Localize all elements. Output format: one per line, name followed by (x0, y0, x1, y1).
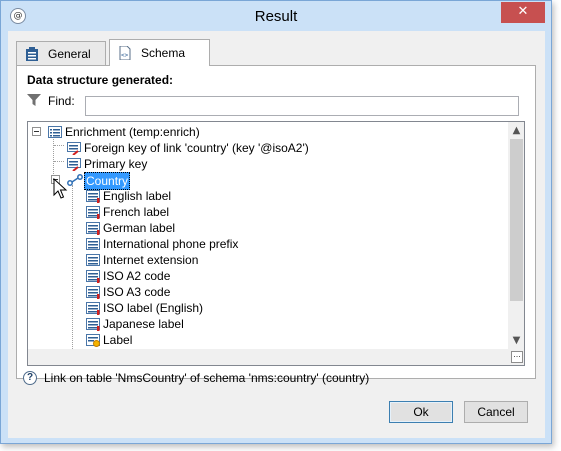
field-icon (86, 189, 100, 203)
schema-tree[interactable]: Enrichment (temp:enrich) Foreign key of … (27, 121, 525, 366)
field-icon (86, 253, 100, 267)
help-icon: ? (23, 371, 37, 385)
more-options-icon[interactable]: ... (511, 351, 523, 363)
link-icon (67, 173, 83, 187)
find-input[interactable] (85, 96, 519, 116)
result-dialog: @ Result ✕ General <> Schema Data struct… (0, 0, 552, 444)
scroll-down-icon[interactable]: ▼ (508, 332, 524, 349)
tree-item-label: Internet extension (103, 253, 199, 267)
tree-item-label: Primary key (84, 157, 148, 171)
find-label: Find: (48, 94, 75, 108)
schema-panel: Data structure generated: Find: Enrichme… (16, 65, 536, 379)
tree-item-field[interactable]: ISO label (English) (30, 300, 330, 316)
tree-item-label: Japanese label (103, 317, 184, 331)
window-title: Result (254, 8, 298, 25)
tree-item-computed-field[interactable]: Label (30, 332, 330, 348)
ok-button[interactable]: Ok (389, 401, 453, 423)
tree-vertical-scrollbar[interactable]: ▲ ▼ (508, 122, 524, 349)
scroll-up-icon[interactable]: ▲ (508, 122, 524, 139)
tree-item-field[interactable]: French label (30, 204, 330, 220)
tree-item-label: Label (103, 333, 133, 347)
field-icon (86, 285, 100, 299)
tree-viewport: Enrichment (temp:enrich) Foreign key of … (28, 122, 508, 349)
tree-item-field[interactable]: ISO A2 code (30, 268, 330, 284)
tree-item-field[interactable]: English label (30, 188, 330, 204)
computed-field-icon (86, 333, 100, 347)
tree-item-primary-key[interactable]: Primary key (30, 156, 330, 172)
tree-item-label: International phone prefix (103, 237, 239, 251)
tree-item-label: ISO label (English) (103, 301, 204, 315)
field-icon (86, 317, 100, 331)
tree-item-label: ISO A3 code (103, 285, 171, 299)
scroll-thumb[interactable] (510, 139, 523, 301)
data-structure-heading: Data structure generated: (27, 73, 174, 87)
svg-text:<>: <> (121, 52, 129, 59)
mouse-cursor-icon (53, 177, 69, 200)
filter-funnel-icon (27, 94, 41, 106)
tree-item-field[interactable]: Internet extension (30, 252, 330, 268)
close-button[interactable]: ✕ (501, 2, 545, 23)
field-icon (86, 301, 100, 315)
tab-general-label: General (48, 46, 91, 61)
tree-item-label: German label (103, 221, 176, 235)
key-list-icon (67, 157, 81, 172)
cancel-button[interactable]: Cancel (464, 401, 528, 423)
tree-item-country[interactable]: Country (30, 172, 330, 190)
field-icon (86, 205, 100, 219)
tree-item-label: ISO A2 code (103, 269, 171, 283)
key-list-icon (67, 141, 81, 156)
tree-item-foreign-key[interactable]: Foreign key of link 'country' (key '@iso… (30, 140, 330, 156)
schema-file-icon: <> (118, 45, 132, 61)
tree-item-label: English label (103, 189, 172, 203)
clipboard-icon (25, 46, 39, 61)
tree-root-enrichment[interactable]: Enrichment (temp:enrich) (30, 124, 330, 140)
tree-item-label: French label (103, 205, 170, 219)
tree-item-field[interactable]: Japanese label (30, 316, 330, 332)
collapse-icon[interactable] (32, 127, 41, 136)
field-icon (86, 221, 100, 235)
list-icon (48, 125, 62, 139)
field-icon (86, 237, 100, 251)
tab-schema-label: Schema (141, 46, 186, 60)
title-bar[interactable]: @ Result ✕ (1, 1, 551, 31)
tree-bottom-bar: ... (28, 349, 524, 365)
tree-item-field[interactable]: ISO A3 code (30, 284, 330, 300)
tab-schema[interactable]: <> Schema (109, 39, 210, 66)
tree-item-label: Foreign key of link 'country' (key '@iso… (84, 141, 309, 155)
status-text: Link on table 'NmsCountry' of schema 'nm… (44, 371, 370, 385)
tree-item-field[interactable]: International phone prefix (30, 236, 330, 252)
dialog-body: General <> Schema Data structure generat… (8, 31, 545, 438)
tree-root-label: Enrichment (temp:enrich) (65, 125, 200, 139)
tree-item-field[interactable]: German label (30, 220, 330, 236)
tab-general[interactable]: General (16, 41, 106, 65)
field-icon (86, 269, 100, 283)
